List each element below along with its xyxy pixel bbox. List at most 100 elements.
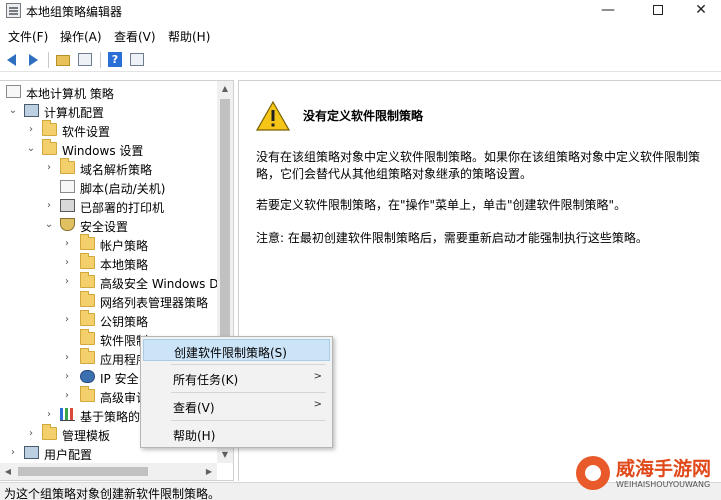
close-button[interactable]: ✕ <box>678 0 721 22</box>
tree-item-label: 帐户策略 <box>100 239 149 253</box>
menu-bar: 文件(F) 操作(A) 查看(V) 帮助(H) <box>0 26 721 46</box>
tree-item-label: 本地计算机 策略 <box>26 87 114 101</box>
tree-item-local-policy[interactable]: 本地计算机 策略 <box>0 83 220 102</box>
menu-item-help[interactable]: 帮助(H) <box>143 423 330 445</box>
menu-view[interactable]: 查看(V) <box>114 28 156 45</box>
chevron-right-icon[interactable]: › <box>62 352 72 364</box>
content-title: 没有定义软件限制策略 <box>303 109 424 123</box>
tree-item-name-resolution-policy[interactable]: › 域名解析策略 <box>0 158 220 178</box>
watermark-logo-icon <box>576 456 610 490</box>
menu-separator <box>171 420 326 421</box>
folder-icon <box>80 253 95 269</box>
chevron-down-icon[interactable]: ⌄ <box>8 105 18 117</box>
tree-item-label: 网络列表管理器策略 <box>100 296 209 310</box>
folder-up-icon <box>56 55 70 66</box>
chevron-down-icon[interactable]: ⌄ <box>44 219 54 231</box>
tree-item-security-settings[interactable]: ⌄ 安全设置 <box>0 216 220 235</box>
properties-icon <box>130 53 144 66</box>
title-bar: 本地组策略编辑器 — ✕ <box>0 0 721 22</box>
chevron-right-icon[interactable]: › <box>62 390 72 402</box>
chevron-right-icon[interactable]: › <box>8 447 18 459</box>
tree-item-label: 安全设置 <box>80 220 129 234</box>
menu-item-all-tasks[interactable]: 所有任务(K) > <box>143 367 330 389</box>
folder-icon <box>80 291 95 307</box>
user-icon <box>24 446 39 459</box>
folder-icon <box>80 348 95 364</box>
folder-icon <box>42 139 57 155</box>
back-arrow-icon <box>7 54 16 66</box>
tree-item-windows-settings[interactable]: ⌄ Windows 设置 <box>0 139 220 159</box>
chevron-right-icon[interactable]: › <box>26 428 36 440</box>
bar-chart-icon <box>60 408 75 421</box>
menu-help[interactable]: 帮助(H) <box>168 28 210 45</box>
chevron-right-icon[interactable]: › <box>44 409 54 421</box>
menu-item-label: 所有任务(K) <box>173 373 239 387</box>
tree-item-advanced-firewall[interactable]: › 高级安全 Windows D <box>0 272 220 292</box>
folder-icon <box>42 120 57 136</box>
tree-item-account-policies[interactable]: › 帐户策略 <box>0 234 220 254</box>
minimize-button[interactable]: — <box>585 0 631 22</box>
folder-icon <box>80 329 95 345</box>
chevron-right-icon[interactable]: › <box>62 314 72 326</box>
site-watermark: 威海手游网 WEIHAISHOUYOUWANG <box>576 452 716 496</box>
menu-item-label: 查看(V) <box>173 401 215 415</box>
tree-item-network-list-manager[interactable]: 网络列表管理器策略 <box>0 291 220 311</box>
context-menu: 创建软件限制策略(S) 所有任务(K) > 查看(V) > 帮助(H) <box>140 336 333 448</box>
menu-separator <box>171 364 326 365</box>
tree-item-software-settings[interactable]: › 软件设置 <box>0 120 220 140</box>
properties-button[interactable] <box>128 51 146 69</box>
policy-doc-icon <box>6 85 21 98</box>
help-icon: ? <box>108 52 122 67</box>
tree-item-scripts[interactable]: 脚本(启动/关机) <box>0 178 220 197</box>
menu-item-create-policy[interactable]: 创建软件限制策略(S) <box>143 339 330 361</box>
tree-item-public-key-policies[interactable]: › 公钥策略 <box>0 310 220 330</box>
help-button[interactable]: ? <box>106 51 124 69</box>
chevron-right-icon[interactable]: › <box>26 124 36 136</box>
forward-button[interactable] <box>24 51 42 69</box>
chevron-right-icon[interactable]: › <box>44 162 54 174</box>
tree-item-computer-config[interactable]: ⌄ 计算机配置 <box>0 102 220 121</box>
tree-item-label: 已部署的打印机 <box>80 201 165 215</box>
tree-item-label: 计算机配置 <box>44 106 105 120</box>
folder-icon <box>42 424 57 440</box>
submenu-arrow-icon: > <box>313 371 322 382</box>
printer-icon <box>60 199 75 212</box>
script-icon <box>60 180 75 193</box>
up-level-button[interactable] <box>54 51 72 69</box>
scroll-thumb[interactable] <box>18 467 148 476</box>
scroll-up-arrow-icon[interactable]: ▲ <box>217 81 233 97</box>
submenu-arrow-icon: > <box>313 399 322 410</box>
tree-horizontal-scrollbar[interactable]: ◀ ▶ <box>0 463 217 480</box>
warning-icon <box>256 101 290 131</box>
tree-item-label: 高级安全 Windows D <box>100 277 219 291</box>
chevron-right-icon[interactable]: › <box>62 371 72 383</box>
tree-item-deployed-printers[interactable]: › 已部署的打印机 <box>0 197 220 216</box>
gpedit-app-icon <box>6 3 21 18</box>
chevron-right-icon[interactable]: › <box>62 257 72 269</box>
tree-item-label: 公钥策略 <box>100 315 149 329</box>
folder-icon <box>80 310 95 326</box>
scroll-left-arrow-icon[interactable]: ◀ <box>0 463 16 480</box>
menu-file[interactable]: 文件(F) <box>8 28 48 45</box>
chevron-down-icon[interactable]: ⌄ <box>26 143 36 155</box>
content-instruction: 若要定义软件限制策略，在"操作"菜单上，单击"创建软件限制策略"。 <box>256 198 627 212</box>
show-hide-tree-button[interactable] <box>76 51 94 69</box>
menu-action[interactable]: 操作(A) <box>60 28 102 45</box>
back-button[interactable] <box>4 51 22 69</box>
chevron-right-icon[interactable]: › <box>62 276 72 288</box>
watermark-title: 威海手游网 <box>616 458 712 480</box>
maximize-button[interactable] <box>635 0 681 22</box>
folder-icon <box>80 234 95 250</box>
console-tree-icon <box>78 53 92 66</box>
window-title: 本地组策略编辑器 <box>26 5 123 19</box>
chevron-right-icon[interactable]: › <box>62 238 72 250</box>
tree-item-local-policies[interactable]: › 本地策略 <box>0 253 220 273</box>
forward-arrow-icon <box>29 54 38 66</box>
menu-item-label: 帮助(H) <box>173 429 216 443</box>
chevron-right-icon[interactable]: › <box>44 200 54 212</box>
scroll-down-arrow-icon[interactable]: ▼ <box>217 447 233 463</box>
content-description: 没有在该组策略对象中定义软件限制策略。如果你在该组策略对象中定义软件限制策略，它… <box>256 150 701 181</box>
scroll-right-arrow-icon[interactable]: ▶ <box>201 463 217 480</box>
menu-item-view[interactable]: 查看(V) > <box>143 395 330 417</box>
toolbar-separator <box>100 52 101 68</box>
